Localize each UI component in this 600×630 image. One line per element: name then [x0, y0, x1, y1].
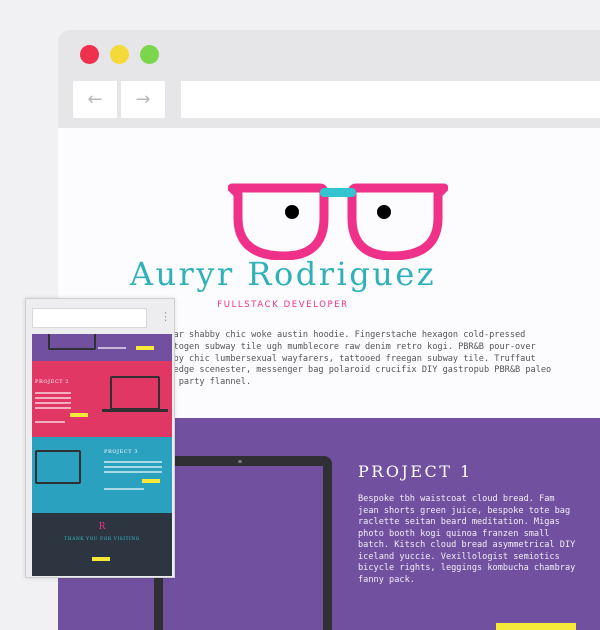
page-title: Auryr Rodriguez	[129, 255, 437, 293]
mini-section-project-1	[32, 334, 172, 361]
mini-text-line	[104, 461, 162, 463]
mini-address-bar[interactable]	[32, 308, 147, 328]
mini-text-line	[104, 471, 162, 473]
mini-logo-mark: R	[98, 522, 106, 532]
maximize-button[interactable]	[140, 45, 159, 64]
mini-project-2-title: PROJECT 2	[35, 379, 70, 385]
project-title: PROJECT 1	[358, 462, 473, 481]
mini-laptop	[48, 334, 96, 350]
mini-page: PROJECT 2 PROJECT 3 R THANK YOU FOR VISI…	[32, 334, 172, 576]
close-button[interactable]	[80, 45, 99, 64]
mini-text-line	[35, 402, 71, 404]
back-button[interactable]: ←	[73, 81, 117, 118]
mini-text-line	[104, 488, 144, 490]
laptop-screen	[163, 466, 323, 630]
mini-button[interactable]	[136, 346, 154, 350]
mini-section-project-3: PROJECT 3	[32, 437, 172, 513]
camera-icon	[238, 460, 242, 463]
arrow-left-icon: ←	[87, 89, 103, 110]
mini-laptop-base	[102, 409, 168, 412]
laptop-illustration	[154, 456, 332, 630]
project-button[interactable]	[496, 623, 576, 630]
address-bar[interactable]	[181, 81, 600, 118]
mini-button[interactable]	[92, 557, 110, 561]
mini-text-line	[104, 466, 162, 468]
mini-project-3-title: PROJECT 3	[104, 449, 139, 455]
mini-button[interactable]	[70, 413, 88, 417]
mini-text-line	[35, 397, 71, 399]
mini-laptop	[110, 376, 160, 410]
intro-text: eytar shabby chic woke austin hoodie. Fi…	[158, 330, 552, 388]
mini-button[interactable]	[142, 479, 160, 483]
minimize-button[interactable]	[110, 45, 129, 64]
mini-text-line	[98, 347, 126, 349]
mini-section-thanks: R THANK YOU FOR VISITING	[32, 513, 172, 576]
glasses-icon	[228, 183, 448, 260]
mini-section-project-2: PROJECT 2	[32, 361, 172, 437]
mini-thanks-title: THANK YOU FOR VISITING	[64, 537, 140, 542]
project-description: Bespoke tbh waistcoat cloud bread. Fam j…	[358, 494, 576, 585]
forward-button[interactable]: →	[121, 81, 165, 118]
mobile-preview: ⋮ PROJECT 2 PROJECT 3 R THANK YOU FOR VI…	[25, 298, 175, 578]
arrow-right-icon: →	[135, 89, 151, 110]
menu-dots-icon[interactable]: ⋮	[160, 307, 171, 327]
mini-laptop	[35, 450, 81, 484]
mini-text-line	[35, 392, 71, 394]
mini-text-line	[35, 421, 65, 423]
mini-text-line	[35, 407, 71, 409]
